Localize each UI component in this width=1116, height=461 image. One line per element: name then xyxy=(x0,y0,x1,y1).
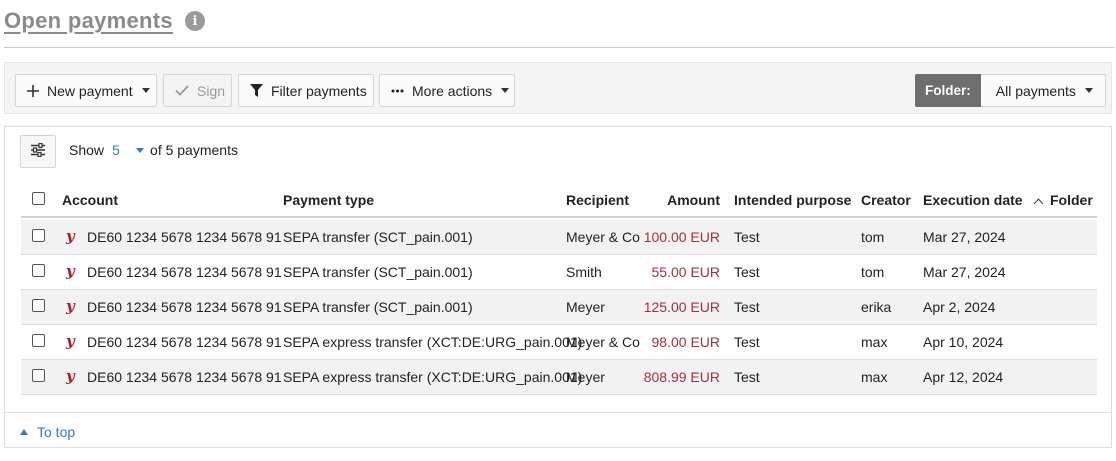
bank-logo-icon: y xyxy=(66,367,75,385)
show-label: Show xyxy=(69,142,105,158)
sliders-icon xyxy=(30,142,46,160)
col-execution-date[interactable]: Execution date xyxy=(923,192,1044,209)
bank-logo-icon: y xyxy=(66,227,75,245)
more-actions-button[interactable]: More actions xyxy=(379,74,515,107)
sort-ascending-icon xyxy=(1033,198,1044,209)
intended-purpose-cell: Test xyxy=(734,334,760,350)
row-checkbox[interactable] xyxy=(32,369,45,382)
execution-date-cell: Apr 12, 2024 xyxy=(923,369,1004,385)
col-creator[interactable]: Creator xyxy=(861,192,911,208)
table-row[interactable]: y DE60 1234 5678 1234 5678 91 SEPA transfe… xyxy=(21,255,1097,290)
select-all-checkbox[interactable] xyxy=(32,192,45,205)
execution-date-cell: Apr 2, 2024 xyxy=(923,299,996,315)
ellipsis-icon xyxy=(391,89,404,93)
col-folder[interactable]: Folder xyxy=(1050,192,1093,208)
table-header: Account Payment type Recipient Amount In… xyxy=(21,183,1097,218)
total-count-label: of 5 payments xyxy=(150,142,238,158)
execution-date-cell: Mar 27, 2024 xyxy=(923,264,1006,280)
amount-cell: 808.99 EUR xyxy=(643,369,720,385)
intended-purpose-cell: Test xyxy=(734,299,760,315)
plus-icon xyxy=(27,84,39,97)
page-size-select[interactable]: 5 xyxy=(112,142,134,158)
new-payment-button[interactable]: New payment xyxy=(15,74,157,107)
table-row[interactable]: y DE60 1234 5678 1234 5678 91 SEPA transfe… xyxy=(21,220,1097,255)
account-cell: DE60 1234 5678 1234 5678 91 xyxy=(87,299,282,315)
creator-cell: max xyxy=(861,369,888,385)
open-payments-page: Open payments i New payment Sign Filter … xyxy=(0,0,1116,461)
account-cell: DE60 1234 5678 1234 5678 91 xyxy=(87,229,282,245)
payment-type-cell: SEPA express transfer (XCT:DE:URG_pain.0… xyxy=(283,369,583,385)
table-row[interactable]: y DE60 1234 5678 1234 5678 91 SEPA express… xyxy=(21,360,1097,395)
sign-label: Sign xyxy=(197,82,226,99)
chevron-down-icon[interactable] xyxy=(136,147,145,153)
page-size-control: Show 5 of 5 payments xyxy=(69,142,238,158)
account-cell: DE60 1234 5678 1234 5678 91 xyxy=(87,334,282,350)
table-row[interactable]: y DE60 1234 5678 1234 5678 91 SEPA transfe… xyxy=(21,290,1097,325)
folder-dropdown[interactable]: All payments xyxy=(980,74,1106,107)
more-actions-label: More actions xyxy=(412,82,493,99)
recipient-cell: Meyer xyxy=(566,299,605,315)
payment-type-cell: SEPA transfer (SCT_pain.001) xyxy=(283,229,473,245)
amount-cell: 100.00 EUR xyxy=(643,229,720,245)
filter-icon xyxy=(250,84,263,97)
creator-cell: tom xyxy=(861,229,885,245)
amount-cell: 125.00 EUR xyxy=(643,299,720,315)
bank-logo-icon: y xyxy=(66,297,75,315)
payments-panel: Show 5 of 5 payments Account Payment typ… xyxy=(4,126,1112,448)
checkmark-icon xyxy=(175,85,189,96)
folder-dropdown-value: All payments xyxy=(995,82,1076,99)
toolbar: New payment Sign Filter payments More ac… xyxy=(4,62,1112,114)
payment-type-cell: SEPA express transfer (XCT:DE:URG_pain.0… xyxy=(283,334,583,350)
creator-cell: max xyxy=(861,334,888,350)
col-intended-purpose[interactable]: Intended purpose xyxy=(734,192,851,208)
payment-type-cell: SEPA transfer (SCT_pain.001) xyxy=(283,264,473,280)
page-title[interactable]: Open payments xyxy=(4,8,173,34)
filter-payments-label: Filter payments xyxy=(271,82,367,99)
to-top-link[interactable]: To top xyxy=(20,424,75,440)
filter-payments-button[interactable]: Filter payments xyxy=(238,74,374,107)
sign-button[interactable]: Sign xyxy=(163,74,232,107)
bank-logo-icon: y xyxy=(66,332,75,350)
payment-type-cell: SEPA transfer (SCT_pain.001) xyxy=(283,299,473,315)
row-checkbox[interactable] xyxy=(32,334,45,347)
folder-label: Folder: xyxy=(915,74,981,107)
creator-cell: tom xyxy=(861,264,885,280)
chevron-down-icon xyxy=(1084,88,1093,93)
folder-selector: Folder: All payments xyxy=(915,74,1106,107)
amount-cell: 98.00 EUR xyxy=(651,334,720,350)
row-checkbox[interactable] xyxy=(32,264,45,277)
new-payment-label: New payment xyxy=(47,82,133,99)
intended-purpose-cell: Test xyxy=(734,229,760,245)
account-cell: DE60 1234 5678 1234 5678 91 xyxy=(87,369,282,385)
intended-purpose-cell: Test xyxy=(734,264,760,280)
table-row[interactable]: y DE60 1234 5678 1234 5678 91 SEPA express… xyxy=(21,325,1097,360)
account-cell: DE60 1234 5678 1234 5678 91 xyxy=(87,264,282,280)
amount-cell: 55.00 EUR xyxy=(651,264,720,280)
recipient-cell: Meyer xyxy=(566,369,605,385)
col-execution-date-label: Execution date xyxy=(923,192,1023,208)
execution-date-cell: Apr 10, 2024 xyxy=(923,334,1004,350)
page-header: Open payments i xyxy=(4,6,205,36)
chevron-down-icon xyxy=(501,88,510,93)
col-payment-type[interactable]: Payment type xyxy=(283,192,374,208)
recipient-cell: Smith xyxy=(566,264,602,280)
bank-logo-icon: y xyxy=(66,262,75,280)
intended-purpose-cell: Test xyxy=(734,369,760,385)
col-amount[interactable]: Amount xyxy=(610,192,720,208)
panel-footer: To top xyxy=(5,412,1111,448)
col-account[interactable]: Account xyxy=(62,192,118,208)
header-divider xyxy=(4,47,1114,48)
to-top-label: To top xyxy=(37,424,76,440)
creator-cell: erika xyxy=(861,299,892,315)
info-icon[interactable]: i xyxy=(184,11,205,31)
row-checkbox[interactable] xyxy=(32,299,45,312)
row-checkbox[interactable] xyxy=(32,229,45,242)
arrow-up-icon xyxy=(20,429,28,435)
chevron-down-icon xyxy=(141,88,150,93)
column-settings-button[interactable] xyxy=(20,135,56,168)
execution-date-cell: Mar 27, 2024 xyxy=(923,229,1006,245)
